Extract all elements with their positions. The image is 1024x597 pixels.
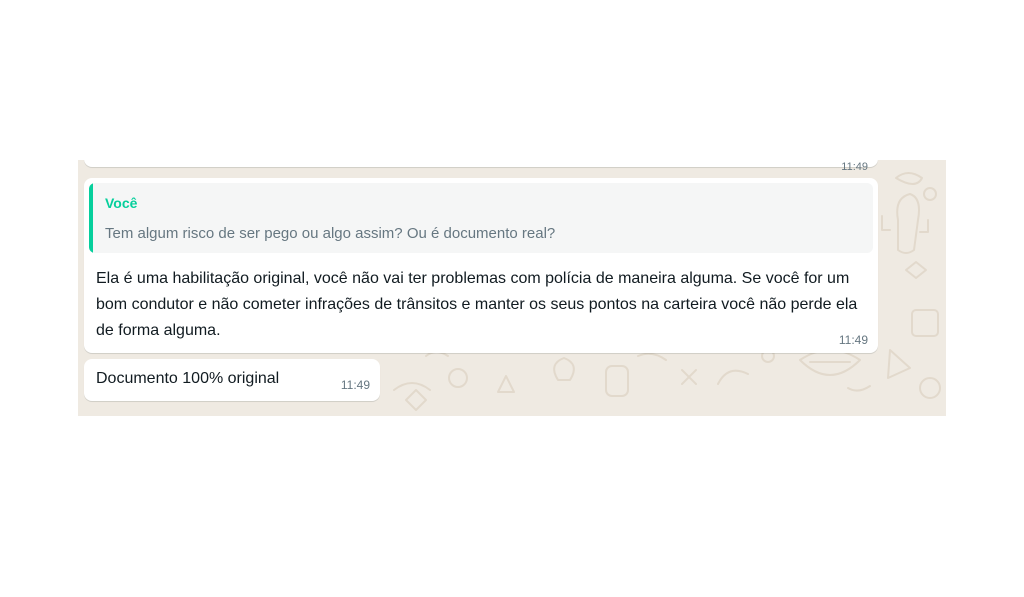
chat-message-area[interactable]: 11:49 Você Tem algum risco de ser pego o…: [78, 160, 946, 416]
quoted-message-text: Tem algum risco de ser pego ou algo assi…: [105, 225, 556, 242]
quoted-message-author: Você: [105, 195, 138, 211]
quoted-message[interactable]: Você Tem algum risco de ser pego ou algo…: [89, 183, 873, 253]
reply-message-time: 11:49: [838, 333, 868, 347]
reply-message-text: Ela é uma habilitação original, você não…: [96, 270, 858, 339]
short-message-time: 11:49: [340, 378, 370, 392]
previous-message-bubble[interactable]: 11:49: [84, 160, 878, 173]
short-message-text: Documento 100% original: [96, 370, 280, 387]
short-message-bubble[interactable]: Documento 100% original 11:49: [84, 359, 380, 401]
previous-message-time: 11:49: [841, 161, 868, 173]
reply-message-bubble[interactable]: Você Tem algum risco de ser pego ou algo…: [84, 178, 878, 353]
quote-accent-bar: [89, 183, 93, 253]
